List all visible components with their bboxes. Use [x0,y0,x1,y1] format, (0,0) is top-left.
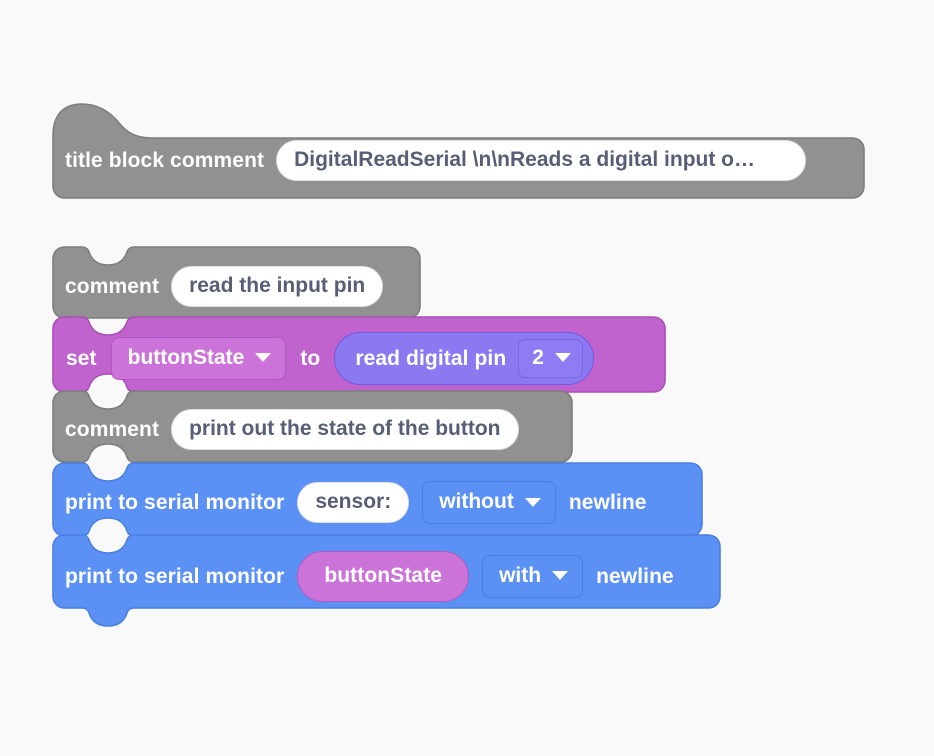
block-comment-print-state[interactable]: comment print out the state of the butto… [52,390,574,463]
variable-dropdown-value: buttonState [127,345,245,369]
comment-2-text-field[interactable]: print out the state of the button [171,409,519,450]
comment-2-label: comment [65,418,160,441]
variable-reporter-label: buttonState [324,563,443,587]
block-print-serial-sensor[interactable]: print to serial monitor sensor: without … [52,462,704,537]
variable-dropdown-buttonstate[interactable]: buttonState [110,336,287,380]
chevron-down-icon [524,497,541,507]
newline-mode-dropdown-without[interactable]: without [422,481,556,524]
print-2-newline-label: newline [596,564,674,588]
block-set-variable[interactable]: set buttonState to read digital pin 2 [52,316,668,393]
newline-mode-dropdown-with[interactable]: with [482,554,584,598]
block-title-block-comment[interactable]: title block comment DigitalReadSerial \n… [52,100,865,199]
print-1-newline-label: newline [568,491,647,514]
title-comment-label: title block comment [65,148,265,172]
comment-1-label: comment [65,275,160,298]
comment-1-text-field[interactable]: read the input pin [171,266,384,307]
block-print-serial-buttonstate[interactable]: print to serial monitor buttonState with… [52,534,722,627]
pin-number-value: 2 [532,345,544,369]
pin-number-dropdown[interactable]: 2 [518,338,583,378]
chevron-down-icon [255,353,272,362]
chevron-down-icon [554,353,571,362]
set-label: set [66,346,97,370]
blocks-workspace[interactable]: title block comment DigitalReadSerial \n… [0,0,934,756]
title-comment-text-field[interactable]: DigitalReadSerial \n\nReads a digital in… [276,139,807,181]
block-comment-read-input-pin[interactable]: comment read the input pin [52,246,422,319]
newline-mode-value: without [439,490,514,513]
chevron-down-icon [552,571,569,580]
print-2-label: print to serial monitor [65,564,285,588]
variable-reporter-buttonstate[interactable]: buttonState [297,550,470,602]
print-1-text-field[interactable]: sensor: [297,482,410,523]
newline-mode-value: with [499,563,542,587]
print-1-label: print to serial monitor [65,491,285,514]
read-digital-pin-label: read digital pin [355,346,507,370]
to-label: to [300,346,321,370]
block-read-digital-pin[interactable]: read digital pin 2 [334,331,594,385]
